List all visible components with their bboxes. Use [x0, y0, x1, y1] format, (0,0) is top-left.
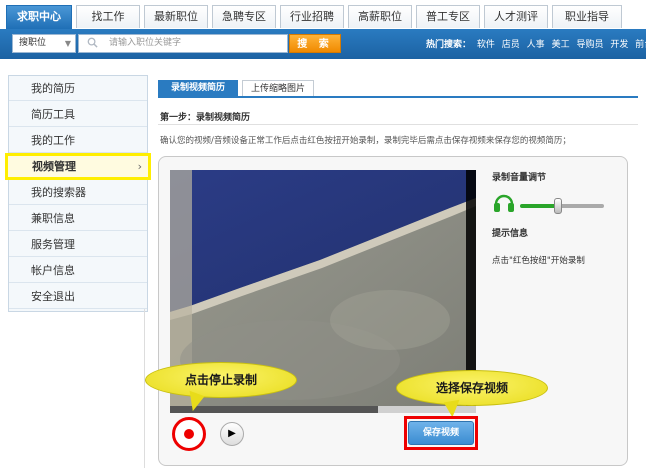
- divider: [158, 124, 638, 125]
- search-bar: 搜职位 ▼ 请输入职位关键字 搜 索 热门搜索： 软件 店员 人事 美工 导购员…: [0, 29, 646, 59]
- tab-general-workers[interactable]: 普工专区: [416, 5, 480, 28]
- search-button[interactable]: 搜 索: [289, 34, 341, 53]
- sidebar-item-resume-tools[interactable]: 简历工具: [9, 102, 147, 127]
- play-icon: ▶: [228, 428, 236, 439]
- save-video-button[interactable]: 保存视频: [408, 421, 474, 445]
- sidebar-item-part-time[interactable]: 兼职信息: [9, 206, 147, 231]
- search-placeholder: 请输入职位关键字: [109, 38, 182, 48]
- chevron-right-icon: ›: [137, 160, 142, 173]
- tab-upload-thumbnail[interactable]: 上传缩略图片: [242, 80, 314, 96]
- hot-term[interactable]: 美工: [552, 40, 570, 50]
- headphone-icon: [494, 194, 514, 212]
- volume-slider-track[interactable]: [520, 204, 604, 208]
- save-video-callout: 选择保存视频: [396, 370, 548, 406]
- divider: [144, 309, 145, 468]
- tab-latest-jobs[interactable]: 最新职位: [144, 5, 208, 28]
- search-type-select[interactable]: 搜职位 ▼: [12, 34, 76, 53]
- hot-searches: 热门搜索： 软件 店员 人事 美工 导购员 开发 前台: [426, 37, 646, 50]
- sidebar-item-my-work[interactable]: 我的工作: [9, 128, 147, 153]
- tip-title: 提示信息: [492, 229, 529, 239]
- instructions-text: 确认您的视频/音频设备正常工作后点击红色按扭开始录制，录制完毕后需点击保存视频来…: [160, 136, 571, 146]
- progress-fill: [170, 406, 379, 413]
- step-title: 第一步：录制视频简历: [160, 113, 251, 123]
- sidebar-item-logout[interactable]: 安全退出: [9, 284, 147, 309]
- sidebar-item-account[interactable]: 帐户信息: [9, 258, 147, 283]
- volume-slider-handle[interactable]: [553, 198, 562, 214]
- tab-career-guide[interactable]: 职业指导: [552, 5, 622, 28]
- hot-term[interactable]: 软件: [477, 40, 495, 50]
- tab-record-video[interactable]: 录制视频简历: [158, 80, 238, 96]
- hot-term[interactable]: 前台: [635, 40, 646, 50]
- sidebar-item-video-management[interactable]: 视频管理 ›: [5, 153, 151, 180]
- sidebar-item-my-searcher[interactable]: 我的搜索器: [9, 180, 147, 205]
- tab-job-center[interactable]: 求职中心: [6, 5, 72, 29]
- search-type-label: 搜职位: [19, 38, 47, 48]
- chevron-down-icon: ▼: [64, 39, 71, 48]
- tab-urgent[interactable]: 急聘专区: [212, 5, 276, 28]
- search-icon: [87, 37, 98, 48]
- tab-industry[interactable]: 行业招聘: [280, 5, 344, 28]
- sidebar-item-service[interactable]: 服务管理: [9, 232, 147, 257]
- video-progress-bar[interactable]: [170, 406, 476, 413]
- hot-term[interactable]: 店员: [502, 40, 520, 50]
- sidebar-item-label: 视频管理: [32, 160, 76, 173]
- sidebar: 我的简历 简历工具 我的工作 视频管理 › 我的搜索器 兼职信息 服务管理 帐户…: [5, 75, 151, 312]
- tab-talent-test[interactable]: 人才测评: [484, 5, 548, 28]
- sidebar-item-my-resume[interactable]: 我的简历: [9, 76, 147, 101]
- main-nav-tabs: 求职中心 找工作 最新职位 急聘专区 行业招聘 高薪职位 普工专区 人才测评 职…: [0, 5, 646, 29]
- hot-term[interactable]: 人事: [527, 40, 545, 50]
- content-tabs: 录制视频简历 上传缩略图片: [158, 80, 638, 98]
- hot-search-label: 热门搜索：: [426, 40, 472, 50]
- stop-recording-callout: 点击停止录制: [145, 362, 297, 398]
- tab-find-job[interactable]: 找工作: [76, 5, 140, 28]
- play-button[interactable]: ▶: [220, 422, 244, 446]
- tab-high-salary[interactable]: 高薪职位: [348, 5, 412, 28]
- search-input[interactable]: 请输入职位关键字: [78, 34, 288, 53]
- hot-term[interactable]: 导购员: [576, 40, 603, 50]
- volume-title: 录制音量调节: [492, 173, 547, 183]
- record-button[interactable]: [172, 417, 206, 451]
- hot-term[interactable]: 开发: [610, 40, 628, 50]
- tip-text: 点击"红色按纽"开始录制: [492, 256, 585, 266]
